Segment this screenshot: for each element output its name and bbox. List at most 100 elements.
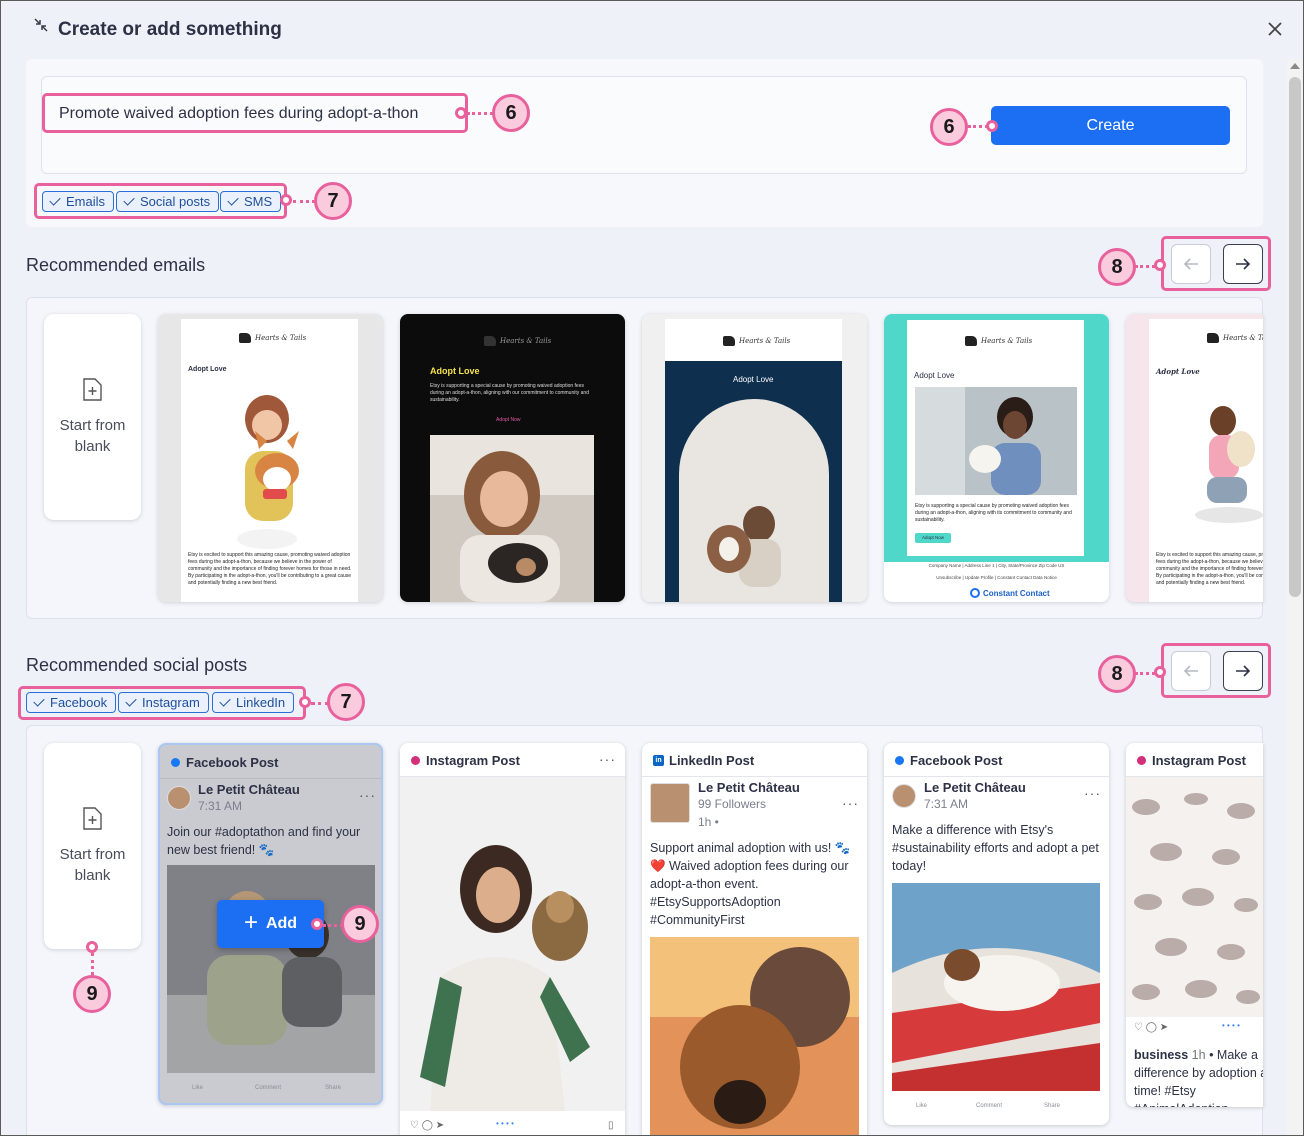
constant-contact-logo: Constant Contact — [970, 588, 1050, 598]
email-footer-links: Unsubscribe | Update Profile | Constant … — [936, 575, 1057, 580]
email-start-from-blank[interactable]: Start from blank — [44, 314, 141, 520]
email-template-card[interactable]: Hearts & Tails Adopt Love Etsy is suppor… — [400, 314, 625, 602]
email-heading: Adopt Love — [188, 366, 227, 373]
woman-with-dog-photo — [915, 387, 1077, 495]
new-document-icon — [83, 806, 102, 830]
facebook-icon — [895, 756, 904, 765]
email-template-card[interactable]: Hearts & Tails Adopt Love Etsy is excite… — [158, 314, 383, 602]
callout-number-6: 6 — [930, 108, 968, 146]
carousel-dots: • • • • — [1222, 1021, 1240, 1030]
email-preview: Hearts & Tails Adopt Love Etsy is excite… — [181, 319, 358, 602]
post-text: Support animal adoption with us! 🐾 ❤️ Wa… — [650, 841, 851, 927]
woman-hugging-dog-photo — [679, 399, 829, 602]
post-time: 1h • — [698, 815, 719, 829]
instagram-actions-icon: ♡ ◯ ➤ — [410, 1120, 445, 1131]
callout-number-8: 8 — [1098, 655, 1136, 693]
plus-icon: + — [243, 908, 258, 936]
facebook-icon — [171, 758, 180, 767]
scroll-thumb[interactable] — [1289, 77, 1301, 597]
callout-line — [1135, 672, 1155, 675]
email-template-card[interactable]: Hearts & Tails Adopt Love Etsy is suppor… — [884, 314, 1109, 602]
woman-holding-dog-photo — [400, 777, 625, 1111]
account-name: Le Petit Château — [198, 782, 300, 797]
create-button[interactable]: Create — [991, 106, 1230, 145]
callout-number-9: 9 — [73, 975, 111, 1013]
callout-number-6: 6 — [492, 94, 530, 132]
callout-highlight — [1161, 236, 1271, 291]
add-button[interactable]: + Add — [217, 900, 324, 948]
avatar — [650, 783, 690, 823]
instagram-icon — [1137, 756, 1146, 765]
callout-line — [91, 953, 94, 975]
account-name: Le Petit Château — [924, 780, 1026, 795]
email-template-card[interactable]: Hearts & Tails Adopt Love Etsy is excite… — [1126, 314, 1263, 602]
social-post-card[interactable]: Facebook Post Le Petit Château 7:31 AM ·… — [884, 743, 1109, 1125]
post-type: Facebook Post — [171, 755, 278, 770]
blank-label: Start from blank — [59, 845, 126, 884]
social-post-card[interactable]: Instagram Post ··· ♡ ◯ ➤ • • • • ▯ — [400, 743, 625, 1135]
callout-highlight — [42, 93, 468, 133]
callout-highlight — [34, 183, 287, 219]
callout-line — [1135, 265, 1155, 268]
email-heading: Adopt Love — [430, 366, 480, 376]
email-preview: Hearts & Tails Adopt Love — [665, 319, 842, 602]
callout-highlight — [1161, 643, 1271, 698]
social-post-card[interactable]: Instagram Post ♡ ◯ ➤ • • • • business 1h… — [1126, 743, 1263, 1107]
social-post-card[interactable]: in LinkedIn Post Le Petit Château 99 Foll… — [642, 743, 867, 1135]
email-template-card[interactable]: Hearts & Tails Adopt Love — [642, 314, 867, 602]
email-body: Etsy is excited to support this amazing … — [1156, 552, 1263, 586]
callout-line — [968, 125, 988, 128]
callout-number-8: 8 — [1098, 248, 1136, 286]
instagram-icon — [411, 756, 420, 765]
friends-couch-photo — [167, 865, 375, 1073]
new-document-icon — [83, 377, 102, 401]
callout-dot — [280, 194, 292, 206]
like-button: Like — [916, 1103, 928, 1109]
brand-logo: Hearts & Tails — [239, 333, 306, 343]
comment-button: Comment — [976, 1103, 1003, 1109]
avatar — [167, 786, 191, 810]
post-type: Instagram Post — [1137, 753, 1246, 768]
post-text: Join our #adoptathon and find your new b… — [167, 825, 361, 857]
email-preview: Hearts & Tails Adopt Love Etsy is suppor… — [907, 320, 1084, 556]
bookmark-icon: ▯ — [608, 1120, 614, 1131]
post-time: 7:31 AM — [924, 797, 969, 811]
brand-logo: Hearts & Tails — [1207, 333, 1263, 343]
post-time: 7:31 AM — [198, 799, 243, 813]
cartoon-woman-dog-image — [1195, 406, 1263, 523]
more-options-icon[interactable]: ··· — [359, 787, 376, 803]
more-options-icon[interactable]: ··· — [842, 795, 859, 811]
more-options-icon[interactable]: ··· — [1084, 785, 1101, 801]
instagram-actions-icon: ♡ ◯ ➤ — [1134, 1022, 1169, 1033]
brand-logo: Hearts & Tails — [723, 336, 790, 346]
callout-number-7: 7 — [327, 683, 365, 721]
callout-line — [467, 112, 493, 115]
follower-count: 99 Followers — [698, 797, 767, 811]
callout-dot — [86, 941, 98, 953]
like-button: Like — [192, 1085, 204, 1091]
close-icon[interactable] — [1265, 19, 1285, 39]
adopt-now-button: Adopt Now — [915, 533, 951, 543]
email-heading: Adopt Love — [914, 371, 955, 380]
email-footer: Company Name | Address Line 1 | City, St… — [928, 563, 1065, 568]
scroll-up-icon[interactable] — [1290, 63, 1300, 69]
more-options-icon[interactable]: ··· — [599, 751, 616, 767]
email-body: Etsy is supporting a special cause by pr… — [915, 503, 1072, 523]
email-preview: Hearts & Tails Adopt Love Etsy is excite… — [1149, 319, 1263, 602]
email-body: Etsy is supporting a special cause by pr… — [430, 383, 589, 403]
create-dialog: Create or add something Promote waived a… — [0, 0, 1304, 1136]
account-name: Le Petit Château — [698, 780, 800, 795]
collapse-icon[interactable] — [33, 17, 49, 33]
post-type: in LinkedIn Post — [653, 753, 754, 768]
post-text: Make a difference with Etsy's #sustainab… — [892, 823, 1099, 873]
dog-on-beanbag-photo — [892, 883, 1100, 1091]
brand-logo: Hearts & Tails — [484, 336, 551, 346]
avatar — [892, 784, 916, 808]
carousel-dots: • • • • — [496, 1119, 514, 1128]
post-type: Instagram Post — [411, 753, 520, 768]
vertical-scrollbar[interactable] — [1287, 59, 1303, 1135]
share-button: Share — [1044, 1103, 1061, 1109]
social-start-from-blank[interactable]: Start from blank — [44, 743, 141, 949]
comment-button: Comment — [255, 1085, 282, 1091]
callout-line — [323, 924, 343, 927]
